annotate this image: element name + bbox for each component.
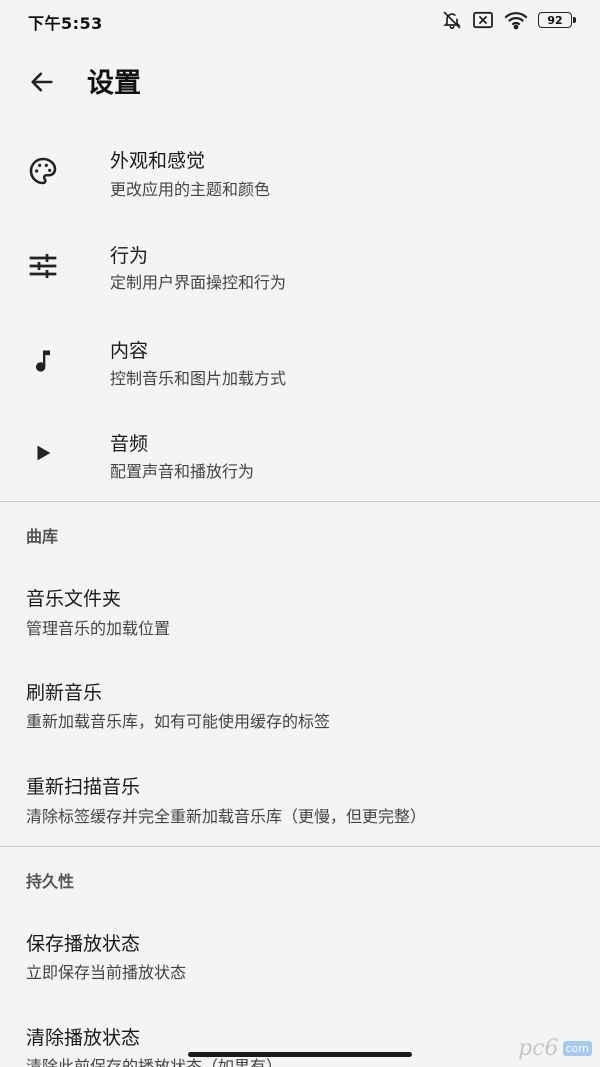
- page-title: 设置: [87, 68, 141, 99]
- section-header-library: 曲库: [26, 527, 59, 546]
- pref-summary: 立即保存当前播放状态: [26, 963, 187, 982]
- pref-title: 音频: [110, 433, 149, 455]
- pref-summary: 管理音乐的加载位置: [26, 619, 171, 638]
- pref-appearance[interactable]: 外观和感觉 更改应用的主题和颜色: [0, 134, 600, 226]
- watermark: pc6 com: [518, 1033, 592, 1063]
- app-bar: 设置: [0, 56, 600, 112]
- pref-clear-state[interactable]: 清除播放状态 清除此前保存的播放状态（如果有）: [0, 1011, 600, 1067]
- watermark-suffix: com: [562, 1040, 592, 1056]
- back-button[interactable]: [22, 66, 62, 102]
- pref-behavior[interactable]: 行为 定制用户界面操控和行为: [0, 229, 600, 321]
- wifi-icon: [504, 10, 528, 30]
- pref-summary: 配置声音和播放行为: [110, 462, 255, 481]
- no-sim-icon: [472, 11, 494, 29]
- bell-off-icon: [442, 10, 462, 30]
- divider: [0, 501, 600, 502]
- pref-summary: 更改应用的主题和颜色: [110, 180, 271, 199]
- pref-title: 刷新音乐: [26, 682, 103, 704]
- play-icon: [24, 434, 62, 472]
- status-time: 下午5:53: [28, 14, 103, 33]
- pref-summary: 控制音乐和图片加载方式: [110, 369, 287, 388]
- pref-refresh-music[interactable]: 刷新音乐 重新加载音乐库，如有可能使用缓存的标签: [0, 666, 600, 754]
- pref-save-state[interactable]: 保存播放状态 立即保存当前播放状态: [0, 917, 600, 1005]
- pref-title: 音乐文件夹: [26, 588, 122, 610]
- watermark-text: pc6: [518, 1035, 559, 1061]
- palette-icon: [24, 152, 62, 190]
- status-icons: 92: [442, 8, 576, 32]
- pref-content[interactable]: 内容 控制音乐和图片加载方式: [0, 324, 600, 416]
- divider: [0, 846, 600, 847]
- pref-rescan-music[interactable]: 重新扫描音乐 清除标签缓存并完全重新加载音乐库（更慢，但更完整）: [0, 760, 600, 848]
- pref-title: 内容: [110, 340, 149, 362]
- pref-title: 行为: [110, 245, 149, 267]
- status-bar: 下午5:53 92: [0, 0, 600, 40]
- pref-summary: 重新加载音乐库，如有可能使用缓存的标签: [26, 712, 331, 731]
- battery-level: 92: [538, 12, 572, 28]
- pref-summary: 定制用户界面操控和行为: [110, 273, 287, 292]
- pref-music-folders[interactable]: 音乐文件夹 管理音乐的加载位置: [0, 572, 600, 660]
- pref-title: 保存播放状态: [26, 933, 141, 955]
- pref-audio[interactable]: 音频 配置声音和播放行为: [0, 418, 600, 508]
- music-note-icon: [24, 342, 62, 380]
- pref-title: 重新扫描音乐: [26, 776, 141, 798]
- arrow-back-icon: [28, 68, 56, 100]
- home-indicator: [188, 1052, 412, 1057]
- tune-icon: [24, 247, 62, 285]
- pref-summary: 清除标签缓存并完全重新加载音乐库（更慢，但更完整）: [26, 807, 427, 826]
- section-header-persistence: 持久性: [26, 872, 75, 891]
- battery-icon: 92: [538, 12, 576, 28]
- pref-title: 外观和感觉: [110, 150, 206, 172]
- pref-title: 清除播放状态: [26, 1027, 141, 1049]
